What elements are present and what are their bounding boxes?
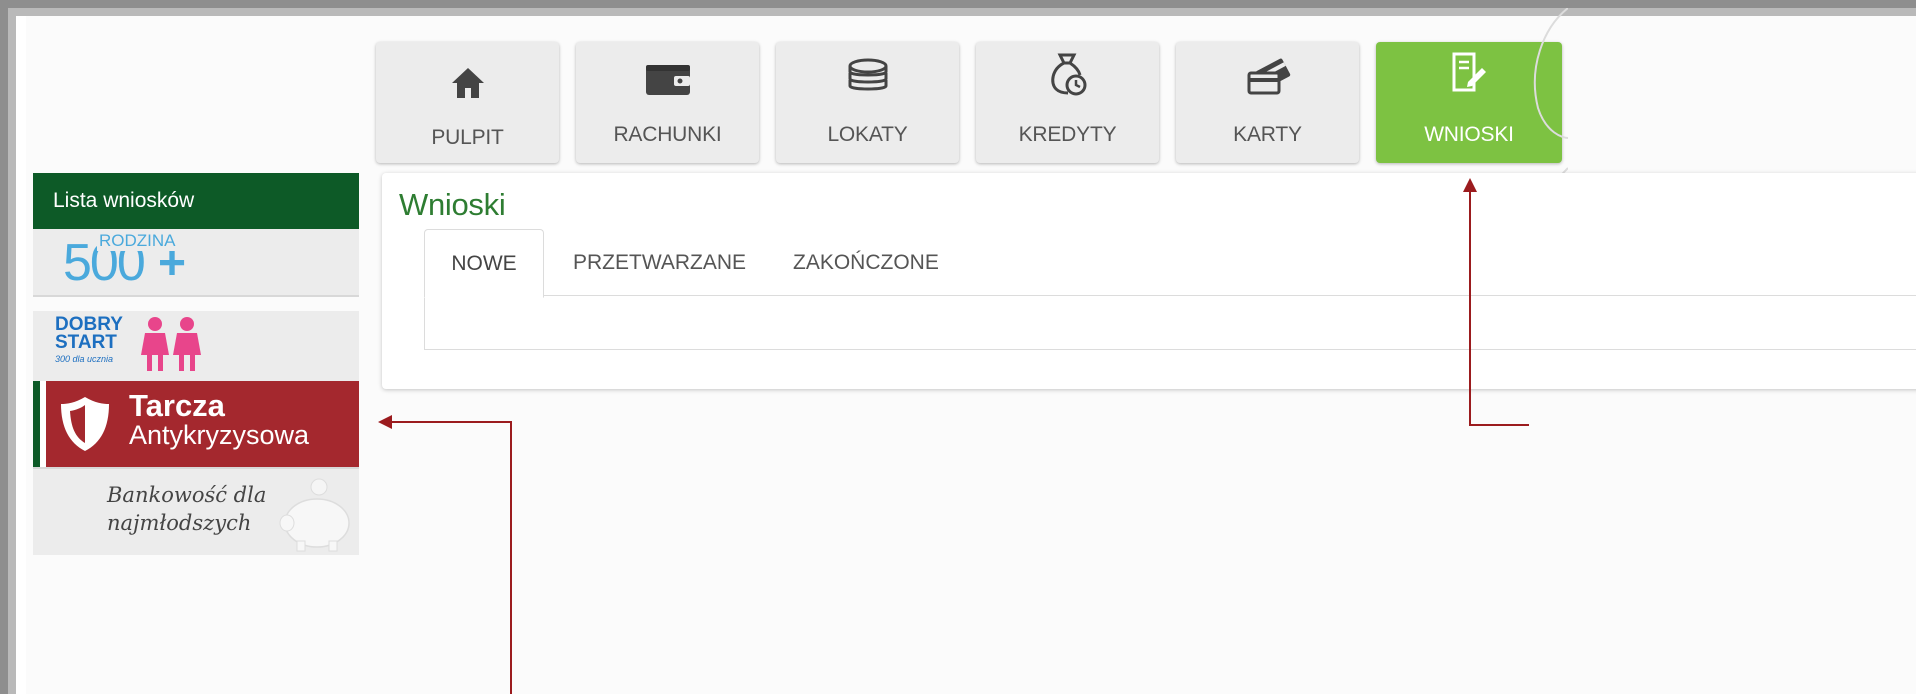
arrowhead-left-icon [378, 415, 392, 429]
piggy-bank-icon [279, 478, 350, 552]
nav-kredyty[interactable]: KREDYTY [976, 42, 1159, 163]
nav-label: KARTY [1233, 123, 1302, 146]
children-icon [141, 317, 201, 371]
tarcza-line2: Antykryzysowa [129, 420, 310, 450]
nav-label: PULPIT [431, 126, 504, 149]
bank-line1: Bankowość dla [107, 483, 267, 507]
sidebar-item-tarcza-antykryzysowa[interactable]: Tarcza Antykryzysowa [33, 381, 359, 467]
main-panel: Wnioski NOWE PRZETWARZANE ZAKOŃCZONE [382, 173, 1916, 389]
annotation-arrow-line [510, 422, 512, 694]
annotation-arrow-line [1469, 192, 1471, 426]
active-indicator [33, 381, 40, 467]
cards-icon [1176, 58, 1359, 96]
annotation-arrow-line [392, 421, 512, 423]
sidebar-item-dobry-start[interactable]: DOBRY START 300 dla ucznia [33, 311, 359, 381]
nav-label: RACHUNKI [613, 123, 722, 146]
sidebar-item-rodzina-500[interactable]: 500 + RODZINA [33, 229, 359, 297]
shield-icon [61, 397, 109, 451]
tab-przetwarzane[interactable]: PRZETWARZANE [573, 229, 746, 296]
coins-icon [776, 58, 959, 96]
sidebar-item-bankowosc[interactable]: Bankowość dla najmłodszych [33, 467, 359, 555]
screenshot-frame: PULPIT RACHUNKI LOKATY KREDYTY KARTY WNI… [8, 8, 1916, 694]
annotation-arrow-line [1469, 424, 1529, 426]
arrowhead-up-icon [1463, 178, 1477, 192]
dobry-line2: START [55, 332, 117, 353]
dobry-line3: 300 dla ucznia [55, 354, 114, 364]
tab-nowe[interactable]: NOWE [424, 229, 544, 298]
nav-lokaty[interactable]: LOKATY [776, 42, 959, 163]
money-bag-clock-icon [976, 53, 1159, 96]
wallet-icon [576, 60, 759, 98]
rodzina-word: RODZINA [97, 231, 178, 251]
tarcza-line1: Tarcza [129, 388, 225, 423]
rodzina-500-logo: 500 + RODZINA [63, 231, 263, 293]
page-title: Wnioski [399, 187, 506, 222]
bank-line2: najmłodszych [107, 511, 252, 535]
dobry-start-logo: DOBRY START 300 dla ucznia [55, 315, 255, 377]
nav-label: WNIOSKI [1424, 123, 1514, 146]
sidebar-header-text: Lista wniosków [53, 189, 195, 212]
nav-pulpit[interactable]: PULPIT [376, 42, 559, 163]
home-icon [376, 64, 559, 102]
nav-label: LOKATY [827, 123, 908, 146]
active-indicator-gap [40, 381, 46, 467]
tab-zakonczone[interactable]: ZAKOŃCZONE [793, 229, 939, 296]
tab-content-area [424, 295, 1916, 350]
nav-karty[interactable]: KARTY [1176, 42, 1359, 163]
nav-rachunki[interactable]: RACHUNKI [576, 42, 759, 163]
sidebar-header: Lista wniosków [33, 173, 359, 229]
nav-label: KREDYTY [1018, 123, 1117, 146]
